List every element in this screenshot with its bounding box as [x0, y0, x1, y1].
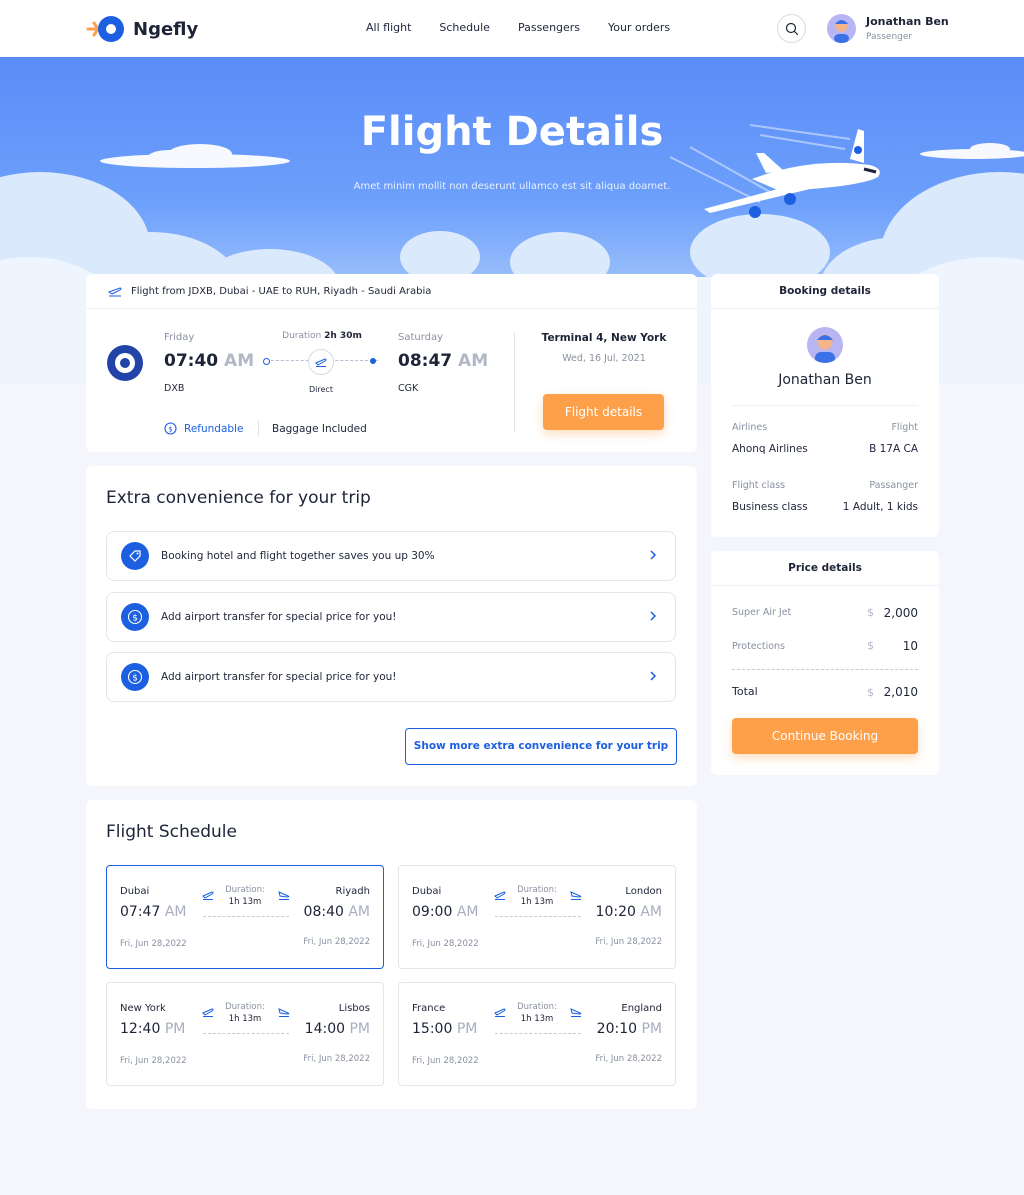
landing-icon — [570, 891, 582, 900]
logo-icon — [86, 14, 126, 44]
svg-text:$: $ — [132, 673, 138, 683]
divider — [732, 405, 918, 406]
takeoff-icon — [494, 1008, 506, 1017]
brand-logo[interactable]: Ngefly — [86, 14, 198, 44]
refund-icon: $ — [164, 422, 177, 435]
divider-vertical — [514, 332, 515, 432]
extras-title: Extra convenience for your trip — [106, 488, 371, 508]
chevron-right-icon — [650, 611, 657, 621]
baggage-info: Baggage Included — [272, 423, 367, 435]
divider — [258, 420, 259, 437]
passenger-name: Jonathan Ben — [778, 372, 872, 388]
flight-value: B 17A CA — [869, 443, 918, 455]
airlines-value: Ahonq Airlines — [732, 443, 808, 455]
show-more-extras-button[interactable]: Show more extra convenience for your tri… — [405, 728, 677, 765]
user-role: Passenger — [866, 32, 913, 42]
nav-your-orders[interactable]: Your orders — [608, 21, 670, 34]
chevron-right-icon — [650, 671, 657, 681]
brand-name: Ngefly — [133, 18, 199, 40]
schedule-item[interactable]: Dubai London 09:00 AM 10:20 AM Duration:… — [398, 865, 676, 969]
takeoff-icon — [494, 891, 506, 900]
flight-class-value: Business class — [732, 501, 808, 513]
total-label: Total — [732, 685, 758, 698]
landing-icon — [278, 891, 290, 900]
booking-title: Booking details — [711, 274, 939, 309]
price-row-label: Protections — [732, 641, 786, 652]
passenger-label: Passanger — [869, 480, 918, 491]
svg-text:$: $ — [132, 613, 138, 623]
airlines-label: Airlines — [732, 422, 768, 433]
arrival-day: Saturday — [398, 332, 444, 343]
landing-icon — [278, 1008, 290, 1017]
page-subtitle: Amet minim mollit non deserunt ullamco e… — [353, 181, 671, 192]
schedule-card: Flight Schedule Dubai Riyadh 07:47 AM 08… — [86, 800, 697, 1109]
route-header: Flight from JDXB, Dubai - UAE to RUH, Ri… — [86, 274, 697, 309]
tag-icon — [121, 542, 149, 570]
route-text: Flight from JDXB, Dubai - UAE to RUH, Ri… — [131, 285, 432, 297]
chevron-right-icon — [650, 550, 657, 560]
nav-passengers[interactable]: Passengers — [518, 21, 580, 34]
departure-code: DXB — [164, 383, 185, 394]
divider-dashed — [732, 669, 918, 670]
extra-item-transfer[interactable]: $ Add airport transfer for special price… — [106, 592, 676, 642]
extras-card: Extra convenience for your trip Booking … — [86, 466, 697, 786]
schedule-title: Flight Schedule — [106, 822, 237, 842]
svg-text:$: $ — [168, 425, 172, 433]
takeoff-icon — [202, 1008, 214, 1017]
plane-icon — [108, 287, 122, 297]
flight-label: Flight — [891, 422, 918, 433]
direct-flight-icon — [308, 349, 334, 375]
schedule-item[interactable]: France England 15:00 PM 20:10 PM Duratio… — [398, 982, 676, 1086]
page-title: Flight Details — [360, 109, 664, 155]
takeoff-icon — [202, 891, 214, 900]
flight-summary-card: Flight from JDXB, Dubai - UAE to RUH, Ri… — [86, 274, 697, 452]
continue-booking-button[interactable]: Continue Booking — [732, 718, 918, 754]
price-row-value: 10 — [902, 639, 918, 653]
nav-schedule[interactable]: Schedule — [439, 21, 490, 34]
top-navbar: Ngefly All flight Schedule Passengers Yo… — [0, 0, 1024, 57]
landing-icon — [570, 1008, 582, 1017]
total-value: 2,010 — [883, 685, 918, 699]
route-end-dot — [370, 358, 376, 364]
route-start-dot — [263, 358, 270, 365]
price-title: Price details — [711, 551, 939, 586]
arrival-time: 08:47 AM — [398, 351, 489, 371]
user-name[interactable]: Jonathan Ben — [866, 15, 949, 28]
search-button[interactable] — [777, 14, 806, 43]
refundable-badge: $ Refundable — [164, 422, 243, 435]
nav-all-flight[interactable]: All flight — [366, 21, 411, 34]
terminal: Terminal 4, New York — [541, 332, 667, 344]
departure-time: 07:40 AM — [164, 351, 255, 371]
duration: Duration 2h 30m — [282, 331, 362, 341]
price-row-label: Super Air Jet — [732, 607, 792, 618]
passenger-avatar — [807, 327, 843, 363]
flight-class-label: Flight class — [732, 480, 786, 491]
currency-symbol: $ — [867, 639, 874, 652]
price-row-value: 2,000 — [883, 606, 918, 620]
arrival-code: CGK — [398, 383, 419, 394]
dollar-icon: $ — [121, 663, 149, 691]
airline-logo-icon — [107, 345, 143, 381]
departure-day: Friday — [164, 332, 195, 343]
schedule-item[interactable]: New York Lisbos 12:40 PM 14:00 PM Durati… — [106, 982, 384, 1086]
main-nav: All flight Schedule Passengers Your orde… — [366, 21, 698, 34]
currency-symbol: $ — [867, 606, 874, 619]
stop-type: Direct — [309, 385, 333, 394]
currency-symbol: $ — [867, 686, 874, 699]
schedule-item[interactable]: Dubai Riyadh 07:47 AM 08:40 AM Duration:… — [106, 865, 384, 969]
passenger-value: 1 Adult, 1 kids — [842, 501, 918, 513]
flight-date: Wed, 16 Jul, 2021 — [562, 353, 646, 364]
extra-item-hotel[interactable]: Booking hotel and flight together saves … — [106, 531, 676, 581]
avatar[interactable] — [827, 14, 856, 43]
price-details-card: Price details Super Air Jet $ 2,000 Prot… — [711, 551, 939, 775]
flight-details-button[interactable]: Flight details — [543, 394, 664, 430]
extra-item-transfer[interactable]: $ Add airport transfer for special price… — [106, 652, 676, 702]
search-icon — [785, 22, 798, 35]
booking-details-card: Booking details Jonathan Ben Airlines Fl… — [711, 274, 939, 537]
dollar-icon: $ — [121, 603, 149, 631]
